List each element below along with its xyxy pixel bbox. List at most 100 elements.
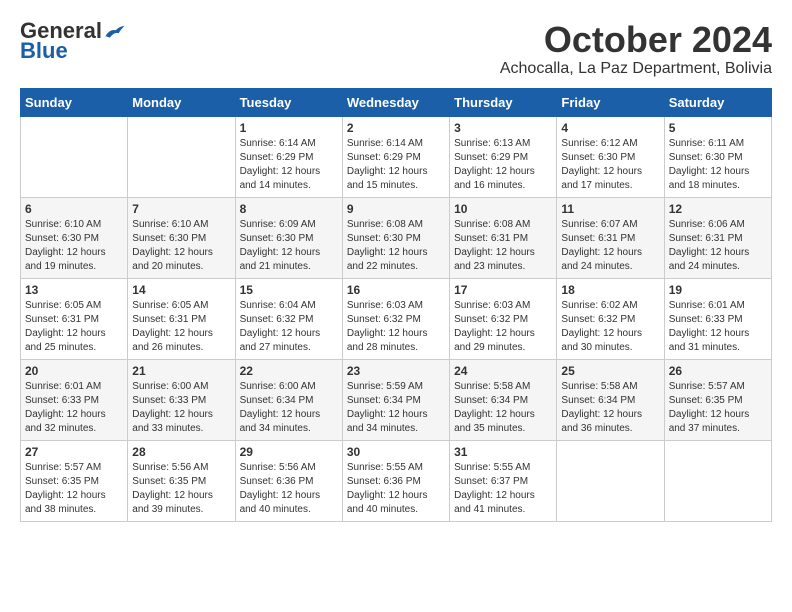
day-number: 13	[25, 283, 123, 297]
day-info: Sunrise: 6:14 AMSunset: 6:29 PMDaylight:…	[240, 137, 338, 193]
day-number: 5	[669, 121, 767, 135]
day-info: Sunrise: 6:03 AMSunset: 6:32 PMDaylight:…	[454, 299, 552, 355]
calendar-cell: 3 Sunrise: 6:13 AMSunset: 6:29 PMDaylight…	[450, 116, 557, 197]
day-info: Sunrise: 6:05 AMSunset: 6:31 PMDaylight:…	[132, 299, 230, 355]
calendar-cell: 13 Sunrise: 6:05 AMSunset: 6:31 PMDayligh…	[21, 278, 128, 359]
calendar-cell: 2Sunrise: 6:14 AMSunset: 6:29 PMDaylight…	[342, 116, 449, 197]
day-number: 18	[561, 283, 659, 297]
weekday-header-saturday: Saturday	[664, 88, 771, 116]
calendar-cell: 5 Sunrise: 6:11 AMSunset: 6:30 PMDaylight…	[664, 116, 771, 197]
calendar-cell	[557, 440, 664, 521]
page-header: General Blue October 2024 Achocalla, La …	[20, 20, 772, 78]
calendar-cell: 12 Sunrise: 6:06 AMSunset: 6:31 PMDayligh…	[664, 197, 771, 278]
weekday-header-wednesday: Wednesday	[342, 88, 449, 116]
day-number: 28	[132, 445, 230, 459]
calendar-cell: 16Sunrise: 6:03 AMSunset: 6:32 PMDayligh…	[342, 278, 449, 359]
calendar-cell: 30 Sunrise: 5:55 AMSunset: 6:36 PMDayligh…	[342, 440, 449, 521]
day-number: 4	[561, 121, 659, 135]
weekday-header-monday: Monday	[128, 88, 235, 116]
day-info: Sunrise: 5:58 AMSunset: 6:34 PMDaylight:…	[561, 380, 659, 436]
day-info: Sunrise: 5:55 AMSunset: 6:36 PMDaylight:…	[347, 461, 445, 517]
day-number: 8	[240, 202, 338, 216]
day-info: Sunrise: 6:02 AMSunset: 6:32 PMDaylight:…	[561, 299, 659, 355]
day-info: Sunrise: 5:57 AMSunset: 6:35 PMDaylight:…	[669, 380, 767, 436]
calendar-week-row: 27 Sunrise: 5:57 AMSunset: 6:35 PMDayligh…	[21, 440, 772, 521]
calendar-week-row: 13 Sunrise: 6:05 AMSunset: 6:31 PMDayligh…	[21, 278, 772, 359]
day-number: 2	[347, 121, 445, 135]
day-info: Sunrise: 6:08 AMSunset: 6:30 PMDaylight:…	[347, 218, 445, 274]
day-number: 31	[454, 445, 552, 459]
calendar-cell: 25 Sunrise: 5:58 AMSunset: 6:34 PMDayligh…	[557, 359, 664, 440]
calendar-cell: 17Sunrise: 6:03 AMSunset: 6:32 PMDayligh…	[450, 278, 557, 359]
calendar-cell	[21, 116, 128, 197]
day-info: Sunrise: 6:07 AMSunset: 6:31 PMDaylight:…	[561, 218, 659, 274]
logo-bird-icon	[104, 22, 126, 40]
day-info: Sunrise: 6:04 AMSunset: 6:32 PMDaylight:…	[240, 299, 338, 355]
day-info: Sunrise: 5:56 AMSunset: 6:35 PMDaylight:…	[132, 461, 230, 517]
day-info: Sunrise: 6:06 AMSunset: 6:31 PMDaylight:…	[669, 218, 767, 274]
day-info: Sunrise: 6:13 AMSunset: 6:29 PMDaylight:…	[454, 137, 552, 193]
day-number: 20	[25, 364, 123, 378]
calendar-cell: 7Sunrise: 6:10 AMSunset: 6:30 PMDaylight…	[128, 197, 235, 278]
day-info: Sunrise: 5:55 AMSunset: 6:37 PMDaylight:…	[454, 461, 552, 517]
calendar-cell	[128, 116, 235, 197]
day-number: 3	[454, 121, 552, 135]
calendar-table: SundayMondayTuesdayWednesdayThursdayFrid…	[20, 88, 772, 522]
day-number: 22	[240, 364, 338, 378]
day-number: 14	[132, 283, 230, 297]
weekday-header-tuesday: Tuesday	[235, 88, 342, 116]
calendar-cell: 15 Sunrise: 6:04 AMSunset: 6:32 PMDayligh…	[235, 278, 342, 359]
month-title: October 2024	[500, 20, 772, 60]
weekday-header-thursday: Thursday	[450, 88, 557, 116]
weekday-header-sunday: Sunday	[21, 88, 128, 116]
day-info: Sunrise: 6:00 AMSunset: 6:33 PMDaylight:…	[132, 380, 230, 436]
day-info: Sunrise: 6:00 AMSunset: 6:34 PMDaylight:…	[240, 380, 338, 436]
calendar-cell: 11Sunrise: 6:07 AMSunset: 6:31 PMDayligh…	[557, 197, 664, 278]
weekday-header-friday: Friday	[557, 88, 664, 116]
day-number: 6	[25, 202, 123, 216]
day-number: 21	[132, 364, 230, 378]
day-number: 30	[347, 445, 445, 459]
calendar-week-row: 1 Sunrise: 6:14 AMSunset: 6:29 PMDaylight…	[21, 116, 772, 197]
calendar-week-row: 6 Sunrise: 6:10 AMSunset: 6:30 PMDaylight…	[21, 197, 772, 278]
day-number: 12	[669, 202, 767, 216]
calendar-cell: 31 Sunrise: 5:55 AMSunset: 6:37 PMDayligh…	[450, 440, 557, 521]
day-info: Sunrise: 6:05 AMSunset: 6:31 PMDaylight:…	[25, 299, 123, 355]
day-number: 25	[561, 364, 659, 378]
day-info: Sunrise: 6:03 AMSunset: 6:32 PMDaylight:…	[347, 299, 445, 355]
calendar-cell: 19 Sunrise: 6:01 AMSunset: 6:33 PMDayligh…	[664, 278, 771, 359]
calendar-cell: 26 Sunrise: 5:57 AMSunset: 6:35 PMDayligh…	[664, 359, 771, 440]
calendar-header-row: SundayMondayTuesdayWednesdayThursdayFrid…	[21, 88, 772, 116]
logo: General Blue	[20, 20, 126, 64]
day-info: Sunrise: 5:59 AMSunset: 6:34 PMDaylight:…	[347, 380, 445, 436]
calendar-cell: 28 Sunrise: 5:56 AMSunset: 6:35 PMDayligh…	[128, 440, 235, 521]
calendar-cell: 20 Sunrise: 6:01 AMSunset: 6:33 PMDayligh…	[21, 359, 128, 440]
day-number: 15	[240, 283, 338, 297]
day-info: Sunrise: 6:10 AMSunset: 6:30 PMDaylight:…	[132, 218, 230, 274]
day-info: Sunrise: 5:56 AMSunset: 6:36 PMDaylight:…	[240, 461, 338, 517]
calendar-cell: 4Sunrise: 6:12 AMSunset: 6:30 PMDaylight…	[557, 116, 664, 197]
calendar-cell: 6 Sunrise: 6:10 AMSunset: 6:30 PMDaylight…	[21, 197, 128, 278]
day-number: 24	[454, 364, 552, 378]
day-info: Sunrise: 6:10 AMSunset: 6:30 PMDaylight:…	[25, 218, 123, 274]
calendar-cell: 1 Sunrise: 6:14 AMSunset: 6:29 PMDaylight…	[235, 116, 342, 197]
calendar-cell: 8Sunrise: 6:09 AMSunset: 6:30 PMDaylight…	[235, 197, 342, 278]
location-title: Achocalla, La Paz Department, Bolivia	[500, 60, 772, 78]
day-number: 26	[669, 364, 767, 378]
day-number: 19	[669, 283, 767, 297]
day-info: Sunrise: 5:57 AMSunset: 6:35 PMDaylight:…	[25, 461, 123, 517]
calendar-cell: 14 Sunrise: 6:05 AMSunset: 6:31 PMDayligh…	[128, 278, 235, 359]
day-info: Sunrise: 6:01 AMSunset: 6:33 PMDaylight:…	[25, 380, 123, 436]
calendar-cell: 24 Sunrise: 5:58 AMSunset: 6:34 PMDayligh…	[450, 359, 557, 440]
calendar-cell: 10Sunrise: 6:08 AMSunset: 6:31 PMDayligh…	[450, 197, 557, 278]
logo-blue-text: Blue	[20, 38, 68, 64]
day-number: 23	[347, 364, 445, 378]
calendar-cell: 27 Sunrise: 5:57 AMSunset: 6:35 PMDayligh…	[21, 440, 128, 521]
day-info: Sunrise: 6:11 AMSunset: 6:30 PMDaylight:…	[669, 137, 767, 193]
day-info: Sunrise: 6:01 AMSunset: 6:33 PMDaylight:…	[669, 299, 767, 355]
calendar-cell	[664, 440, 771, 521]
day-number: 27	[25, 445, 123, 459]
day-number: 1	[240, 121, 338, 135]
day-info: Sunrise: 5:58 AMSunset: 6:34 PMDaylight:…	[454, 380, 552, 436]
day-number: 9	[347, 202, 445, 216]
